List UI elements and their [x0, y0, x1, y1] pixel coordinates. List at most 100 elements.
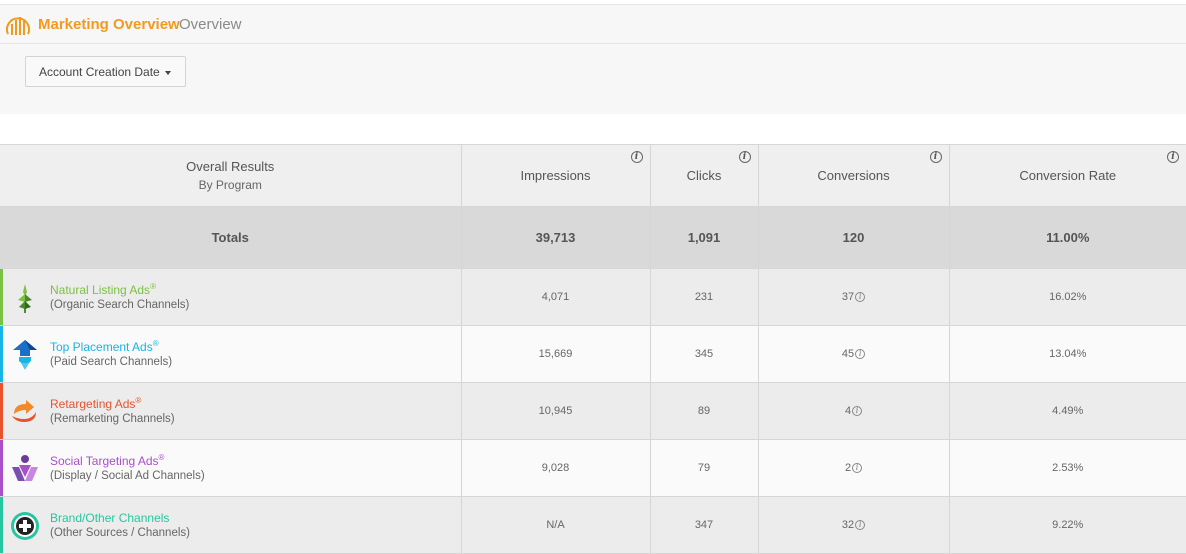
conversion-rate-cell: 13.04% — [949, 325, 1186, 383]
conversions-value: 2 — [844, 462, 852, 474]
info-icon[interactable]: i — [852, 463, 863, 474]
row-accent-bar — [0, 326, 3, 382]
app-title[interactable]: Marketing Overview — [38, 16, 180, 33]
totals-conversion-rate: 11.00% — [949, 206, 1186, 269]
conversion-rate-cell: 9.22% — [949, 496, 1186, 554]
program-name[interactable]: Natural Listing Ads® — [50, 282, 156, 297]
program-description: (Display / Social Ad Channels) — [50, 470, 205, 482]
header-conversions: Conversions i — [758, 144, 950, 207]
results-table: Overall Results By Program Impressions i… — [0, 144, 1186, 554]
conversions-cell: 32 i — [758, 496, 950, 554]
info-icon[interactable]: i — [855, 520, 866, 531]
social-people-icon — [12, 455, 38, 481]
header-overall-sublabel: By Program — [198, 178, 262, 192]
registered-mark: ® — [135, 396, 142, 405]
impressions-cell: 10,945 — [461, 382, 651, 440]
conversions-value: 4 — [844, 405, 852, 417]
row-accent-bar — [0, 383, 3, 439]
info-icon[interactable]: i — [855, 349, 866, 360]
conversions-cell: 45 i — [758, 325, 950, 383]
conversions-cell: 2i — [758, 439, 950, 497]
program-name-text: Social Targeting Ads — [50, 454, 159, 468]
info-icon[interactable]: i — [630, 151, 643, 163]
info-icon[interactable]: i — [1167, 151, 1179, 163]
totals-label: Totals — [0, 206, 462, 269]
row-accent-bar — [0, 269, 3, 325]
table-row[interactable]: Brand/Other Channels (Other Sources / Ch… — [0, 496, 1186, 554]
program-name[interactable]: Brand/Other Channels — [50, 510, 169, 525]
header-conversion-rate-label: Conversion Rate — [1019, 168, 1117, 183]
retarget-arrow-icon — [12, 400, 36, 422]
clicks-cell: 345 — [650, 325, 759, 383]
page-subtitle: Overview — [179, 16, 242, 33]
clicks-cell: 79 — [650, 439, 759, 497]
info-icon[interactable]: i — [738, 151, 751, 163]
table-row[interactable]: Social Targeting Ads® (Display / Social … — [0, 439, 1186, 497]
conversions-value: 45 — [841, 348, 855, 360]
registered-mark: ® — [158, 453, 165, 462]
header-overall-label: Overall Results — [186, 159, 275, 174]
clicks-cell: 89 — [650, 382, 759, 440]
conversion-rate-cell: 16.02% — [949, 268, 1186, 326]
impressions-cell: 15,669 — [461, 325, 651, 383]
program-name[interactable]: Retargeting Ads® — [50, 396, 141, 411]
program-cell: Top Placement Ads® (Paid Search Channels… — [0, 325, 462, 383]
totals-clicks: 1,091 — [650, 206, 759, 269]
program-description: (Remarketing Channels) — [50, 413, 175, 425]
impressions-cell: N/A — [461, 496, 651, 554]
info-icon[interactable]: i — [929, 151, 942, 163]
header-clicks-label: Clicks — [686, 168, 722, 183]
caret-down-icon — [165, 70, 172, 75]
header-conversions-label: Conversions — [817, 168, 890, 183]
table-row[interactable]: Top Placement Ads® (Paid Search Channels… — [0, 325, 1186, 383]
program-name-text: Brand/Other Channels — [50, 511, 170, 525]
filter-bar: Account Creation Date — [0, 44, 1186, 114]
header-clicks: Clicks i — [650, 144, 759, 207]
table-row[interactable]: Natural Listing Ads® (Organic Search Cha… — [0, 268, 1186, 326]
impressions-cell: 9,028 — [461, 439, 651, 497]
program-cell: Natural Listing Ads® (Organic Search Cha… — [0, 268, 462, 326]
header-bar: Marketing Overview Overview — [0, 4, 1186, 44]
bar-chart-logo-icon[interactable] — [5, 12, 31, 38]
program-cell: Retargeting Ads® (Remarketing Channels) — [0, 382, 462, 440]
table-row[interactable]: Retargeting Ads® (Remarketing Channels) … — [0, 382, 1186, 440]
conversions-cell: 4i — [758, 382, 950, 440]
clicks-cell: 347 — [650, 496, 759, 554]
registered-mark: ® — [152, 339, 159, 348]
program-description: (Organic Search Channels) — [50, 299, 190, 311]
row-accent-bar — [0, 440, 3, 496]
program-name[interactable]: Top Placement Ads® — [50, 339, 159, 354]
program-name-text: Natural Listing Ads — [50, 283, 151, 297]
totals-impressions: 39,713 — [461, 206, 651, 269]
leaf-icon — [18, 284, 32, 313]
account-creation-date-dropdown[interactable]: Account Creation Date — [25, 56, 186, 87]
totals-conversions: 120 — [758, 206, 950, 269]
plus-circle-icon — [11, 512, 39, 540]
program-description: (Paid Search Channels) — [50, 356, 173, 368]
program-name-text: Top Placement Ads — [50, 340, 153, 354]
conversions-value: 37 — [841, 291, 855, 303]
conversion-rate-cell: 2.53% — [949, 439, 1186, 497]
header-impressions-label: Impressions — [520, 168, 591, 183]
program-name-text: Retargeting Ads — [50, 397, 136, 411]
header-impressions: Impressions i — [461, 144, 651, 207]
registered-mark: ® — [150, 282, 156, 291]
clicks-cell: 231 — [650, 268, 759, 326]
conversions-value: 32 — [841, 519, 855, 531]
program-name[interactable]: Social Targeting Ads® — [50, 453, 164, 468]
impressions-cell: 4,071 — [461, 268, 651, 326]
top-arrow-icon — [13, 340, 37, 370]
table-header-row: Overall Results By Program Impressions i… — [0, 144, 1186, 207]
header-conversion-rate: Conversion Rate i — [949, 144, 1186, 207]
conversion-rate-cell: 4.49% — [949, 382, 1186, 440]
row-accent-bar — [0, 497, 3, 553]
program-cell: Brand/Other Channels (Other Sources / Ch… — [0, 496, 462, 554]
program-cell: Social Targeting Ads® (Display / Social … — [0, 439, 462, 497]
info-icon[interactable]: i — [852, 406, 863, 417]
program-description: (Other Sources / Channels) — [50, 527, 190, 539]
conversions-cell: 37 i — [758, 268, 950, 326]
dropdown-label: Account Creation Date — [39, 65, 160, 79]
totals-row: Totals 39,713 1,091 120 11.00% — [0, 206, 1186, 269]
header-overall-results: Overall Results By Program — [0, 144, 462, 207]
info-icon[interactable]: i — [855, 292, 866, 303]
